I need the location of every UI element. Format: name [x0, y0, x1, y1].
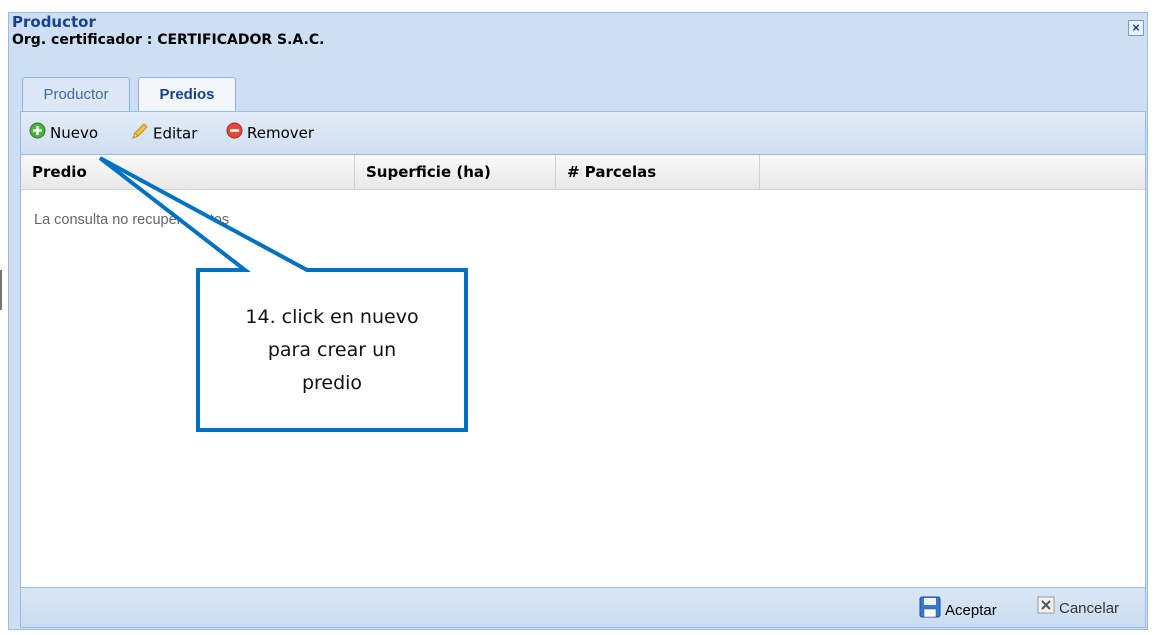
- callout-annotation: 14. click en nuevo para crear un predio: [198, 270, 466, 430]
- callout-line: predio: [301, 371, 363, 394]
- callout-shape: [98, 156, 468, 432]
- callout-line: 14. click en nuevo: [245, 305, 419, 328]
- callout-line: para crear un: [267, 338, 397, 361]
